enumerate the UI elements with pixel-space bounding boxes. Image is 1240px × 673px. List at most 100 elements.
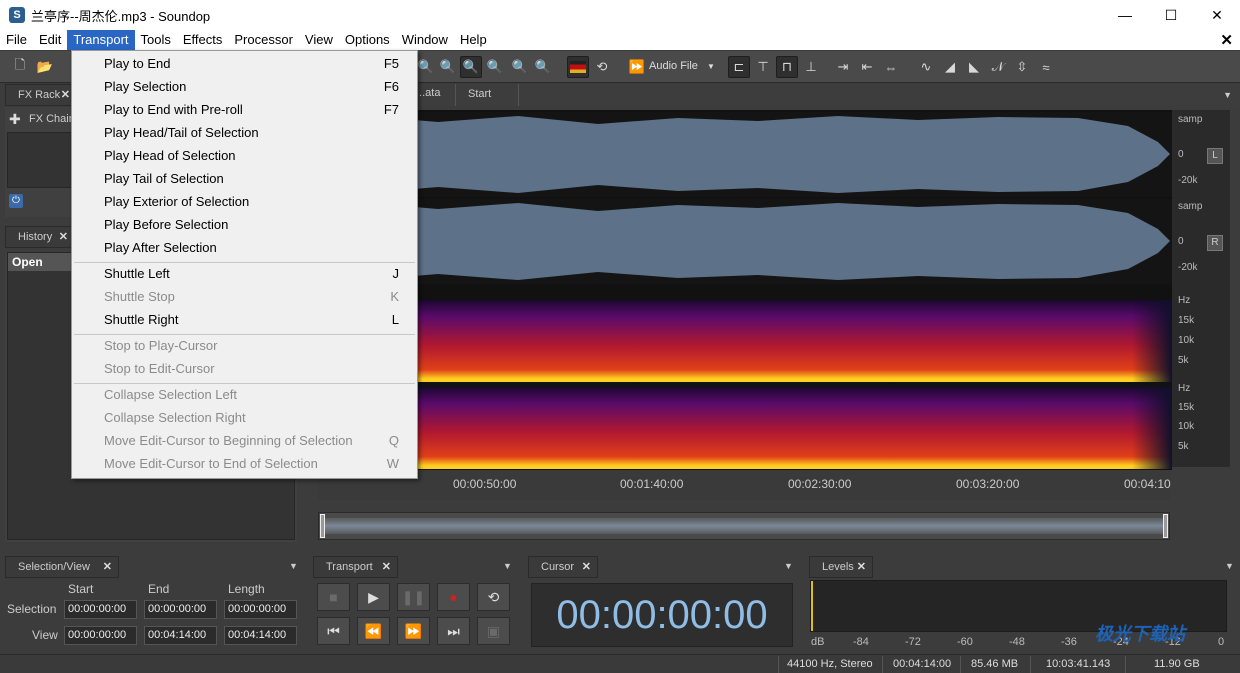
right-channel-button[interactable]: R — [1207, 235, 1223, 251]
left-channel-spectrum[interactable] — [318, 300, 1172, 382]
play-mode-icon[interactable]: ⏩ — [626, 56, 648, 78]
menu-tools[interactable]: Tools — [135, 30, 177, 50]
tab-levels[interactable]: Levels ✕ — [809, 556, 873, 578]
menu-file[interactable]: File — [0, 30, 33, 50]
power-icon[interactable]: ⏻ — [9, 194, 23, 208]
close-icon[interactable]: ✕ — [103, 560, 112, 573]
menu-item-collapse-left[interactable]: Collapse Selection Left — [104, 385, 237, 405]
menu-item-play-head[interactable]: Play Head of Selection — [104, 146, 236, 166]
zoom-out-vertical-icon[interactable]: 🔍 — [532, 56, 554, 78]
menu-window[interactable]: Window — [396, 30, 454, 50]
close-icon[interactable]: ✕ — [857, 560, 866, 573]
go-to-start-button[interactable]: ⏮ — [317, 617, 350, 645]
loop-button[interactable]: ⟲ — [477, 583, 510, 611]
play-button[interactable]: ▶ — [357, 583, 390, 611]
eq-icon[interactable]: ≈ — [1035, 56, 1057, 78]
menu-item-move-cursor-end[interactable]: Move Edit-Cursor to End of Selection — [104, 454, 318, 474]
menu-item-play-after[interactable]: Play After Selection — [104, 238, 217, 258]
marker-region-icon[interactable]: ⇔ — [880, 56, 902, 78]
menu-item-shuttle-right[interactable]: Shuttle Right — [104, 310, 178, 330]
snap-top-icon[interactable]: ⊤ — [752, 56, 774, 78]
menu-item-collapse-right[interactable]: Collapse Selection Right — [104, 408, 246, 428]
stop-button[interactable]: ■ — [317, 583, 350, 611]
overview-scrollbar[interactable] — [318, 512, 1170, 540]
maximize-button[interactable]: ☐ — [1148, 0, 1194, 30]
menu-item-move-cursor-begin[interactable]: Move Edit-Cursor to Beginning of Selecti… — [104, 431, 353, 451]
chevron-down-icon[interactable]: ▼ — [1223, 90, 1232, 100]
rewind-button[interactable]: ⏪ — [357, 617, 390, 645]
marker-right-icon[interactable]: ⇤ — [856, 56, 878, 78]
close-document-icon[interactable]: ✕ — [1220, 31, 1233, 49]
spectrum-view-icon[interactable] — [567, 56, 589, 78]
zoom-in-icon[interactable]: 🔍 — [484, 56, 506, 78]
menu-item-play-to-end-preroll[interactable]: Play to End with Pre-roll — [104, 100, 243, 120]
envelope-icon[interactable]: 𝒩 — [987, 56, 1009, 78]
view-end-field[interactable]: 00:04:14:00 — [144, 626, 217, 645]
minimize-button[interactable]: — — [1102, 0, 1148, 30]
new-file-icon[interactable]: 🗋 — [9, 56, 31, 78]
record-mode-button[interactable]: ▣ — [477, 617, 510, 645]
chevron-down-icon[interactable]: ▼ — [1225, 561, 1234, 571]
close-icon[interactable]: ✕ — [59, 230, 68, 243]
audio-file-dropdown[interactable]: Audio File — [649, 60, 698, 72]
selection-start-field[interactable]: 00:00:00:00 — [64, 600, 137, 619]
chevron-down-icon[interactable]: ▼ — [707, 62, 715, 71]
zoom-out-full-icon[interactable]: 🔍 — [437, 56, 459, 78]
menu-options[interactable]: Options — [339, 30, 396, 50]
right-channel-waveform[interactable] — [318, 199, 1172, 284]
menu-item-play-head-tail[interactable]: Play Head/Tail of Selection — [104, 123, 259, 143]
menu-item-shuttle-left[interactable]: Shuttle Left — [104, 264, 170, 284]
menu-help[interactable]: Help — [454, 30, 493, 50]
snap-bottom-icon[interactable]: ⊓ — [776, 56, 798, 78]
tab-metadata[interactable]: ...ata — [416, 87, 440, 99]
menu-edit[interactable]: Edit — [33, 30, 67, 50]
close-icon[interactable]: ✕ — [61, 88, 70, 101]
menu-item-shuttle-stop[interactable]: Shuttle Stop — [104, 287, 175, 307]
selection-length-field[interactable]: 00:00:00:00 — [224, 600, 297, 619]
fade-icon[interactable]: ∿ — [915, 56, 937, 78]
menu-item-play-exterior[interactable]: Play Exterior of Selection — [104, 192, 249, 212]
open-file-icon[interactable]: 📂 — [34, 56, 56, 78]
snap-end-icon[interactable]: ⊥ — [800, 56, 822, 78]
tab-fx-rack[interactable]: FX Rack ✕ — [5, 84, 77, 106]
menu-view[interactable]: View — [299, 30, 339, 50]
overview-left-handle[interactable] — [320, 514, 325, 538]
left-channel-button[interactable]: L — [1207, 148, 1223, 164]
tab-start[interactable]: Start — [455, 84, 519, 106]
left-channel-waveform[interactable] — [318, 112, 1172, 197]
menu-item-play-tail[interactable]: Play Tail of Selection — [104, 169, 224, 189]
chevron-down-icon[interactable]: ▼ — [289, 561, 298, 571]
tab-cursor[interactable]: Cursor ✕ — [528, 556, 598, 578]
loop-icon[interactable]: ⟲ — [591, 56, 613, 78]
fade-out-icon[interactable]: ◣ — [963, 56, 985, 78]
tab-history[interactable]: History ✕ — [5, 226, 75, 248]
menu-item-stop-to-play-cursor[interactable]: Stop to Play-Cursor — [104, 336, 217, 356]
zoom-in-vertical-icon[interactable]: 🔍 — [509, 56, 531, 78]
tab-transport[interactable]: Transport ✕ — [313, 556, 398, 578]
selection-end-field[interactable]: 00:00:00:00 — [144, 600, 217, 619]
tab-selection-view[interactable]: Selection/View ✕ — [5, 556, 119, 578]
waveform-view[interactable] — [318, 110, 1172, 470]
overview-right-handle[interactable] — [1163, 514, 1168, 538]
view-start-field[interactable]: 00:00:00:00 — [64, 626, 137, 645]
menu-item-play-selection[interactable]: Play Selection — [104, 77, 186, 97]
chevron-down-icon[interactable]: ▼ — [503, 561, 512, 571]
menu-item-stop-to-edit-cursor[interactable]: Stop to Edit-Cursor — [104, 359, 215, 379]
right-channel-spectrum[interactable] — [318, 387, 1172, 469]
view-length-field[interactable]: 00:04:14:00 — [224, 626, 297, 645]
add-icon[interactable]: ✚ — [9, 111, 21, 128]
menu-effects[interactable]: Effects — [177, 30, 229, 50]
fast-forward-button[interactable]: ⏩ — [397, 617, 430, 645]
close-window-button[interactable]: ✕ — [1194, 0, 1240, 30]
chevron-down-icon[interactable]: ▼ — [784, 561, 793, 571]
menu-transport[interactable]: Transport — [67, 30, 135, 50]
close-icon[interactable]: ✕ — [382, 560, 391, 573]
snap-start-icon[interactable]: ⊏ — [728, 56, 750, 78]
marker-left-icon[interactable]: ⇥ — [832, 56, 854, 78]
timeline-ruler[interactable]: 00:00:50:00 00:01:40:00 00:02:30:00 00:0… — [318, 470, 1171, 500]
normalize-icon[interactable]: ⇳ — [1011, 56, 1033, 78]
zoom-selection-icon[interactable]: 🔍 — [460, 56, 482, 78]
menu-item-play-to-end[interactable]: Play to End — [104, 54, 171, 74]
close-icon[interactable]: ✕ — [582, 560, 591, 573]
pause-button[interactable]: ❚❚ — [397, 583, 430, 611]
